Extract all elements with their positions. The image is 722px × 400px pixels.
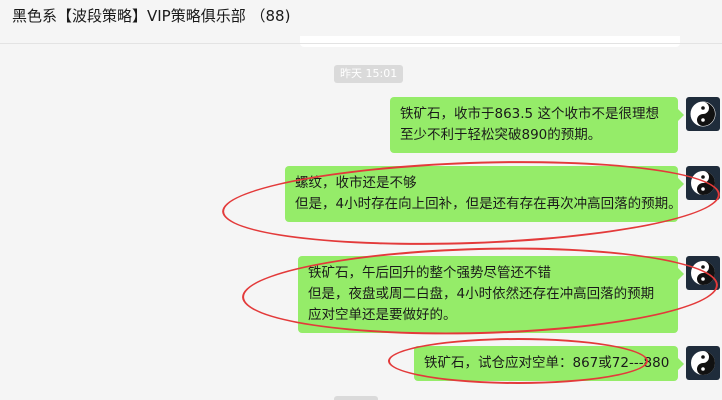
message-bubble[interactable]: 铁矿石，收市于863.5 这个收市不是很理想 至少不利于轻松突破890的预期。 — [390, 97, 684, 153]
next-timestamp-pill — [334, 396, 378, 400]
user-avatar[interactable] — [686, 97, 720, 131]
yin-yang-icon — [691, 261, 715, 285]
message-text-line: 但是，夜盘或周二白盘，4小时依然还存在冲高回落的预期 — [308, 286, 655, 302]
message-text-line: 应对空单还是要做好的。 — [308, 307, 457, 323]
message-bubble[interactable]: 螺纹，收市还是不够 但是，4小时存在向上回补，但是还有存在再次冲高回落的预期。 — [285, 166, 684, 222]
user-avatar[interactable] — [686, 166, 720, 200]
header-divider — [0, 43, 722, 44]
message-text-line: 螺纹，收市还是不够 — [295, 175, 417, 191]
yin-yang-icon — [691, 351, 715, 375]
message-text-line: 铁矿石，试仓应对空单：867或72---880 — [424, 355, 670, 371]
chat-title: 黑色系【波段策略】VIP策略俱乐部 （88) — [12, 7, 291, 25]
previous-message-bubble — [300, 36, 680, 47]
yin-yang-icon — [690, 101, 716, 127]
message-text-line: 但是，4小时存在向上回补，但是还有存在再次冲高回落的预期。 — [295, 196, 682, 212]
message-timestamp: 昨天 15:01 — [334, 65, 404, 83]
user-avatar[interactable] — [686, 346, 720, 380]
message-bubble[interactable]: 铁矿石，午后回升的整个强势尽管还不错 但是，夜盘或周二白盘，4小时依然还存在冲高… — [298, 256, 684, 333]
chat-window: 黑色系【波段策略】VIP策略俱乐部 （88) 昨天 15:01 铁矿石，收市于8… — [0, 0, 722, 400]
user-avatar[interactable] — [686, 256, 720, 290]
message-text-line: 铁矿石，收市于863.5 这个收市不是很理想 — [400, 106, 659, 122]
message-text-line: 至少不利于轻松突破890的预期。 — [400, 127, 602, 143]
yin-yang-icon — [691, 171, 715, 195]
message-text-line: 铁矿石，午后回升的整个强势尽管还不错 — [308, 265, 551, 281]
title-bar: 黑色系【波段策略】VIP策略俱乐部 （88) — [0, 0, 722, 36]
message-bubble[interactable]: 铁矿石，试仓应对空单：867或72---880 — [414, 346, 684, 381]
